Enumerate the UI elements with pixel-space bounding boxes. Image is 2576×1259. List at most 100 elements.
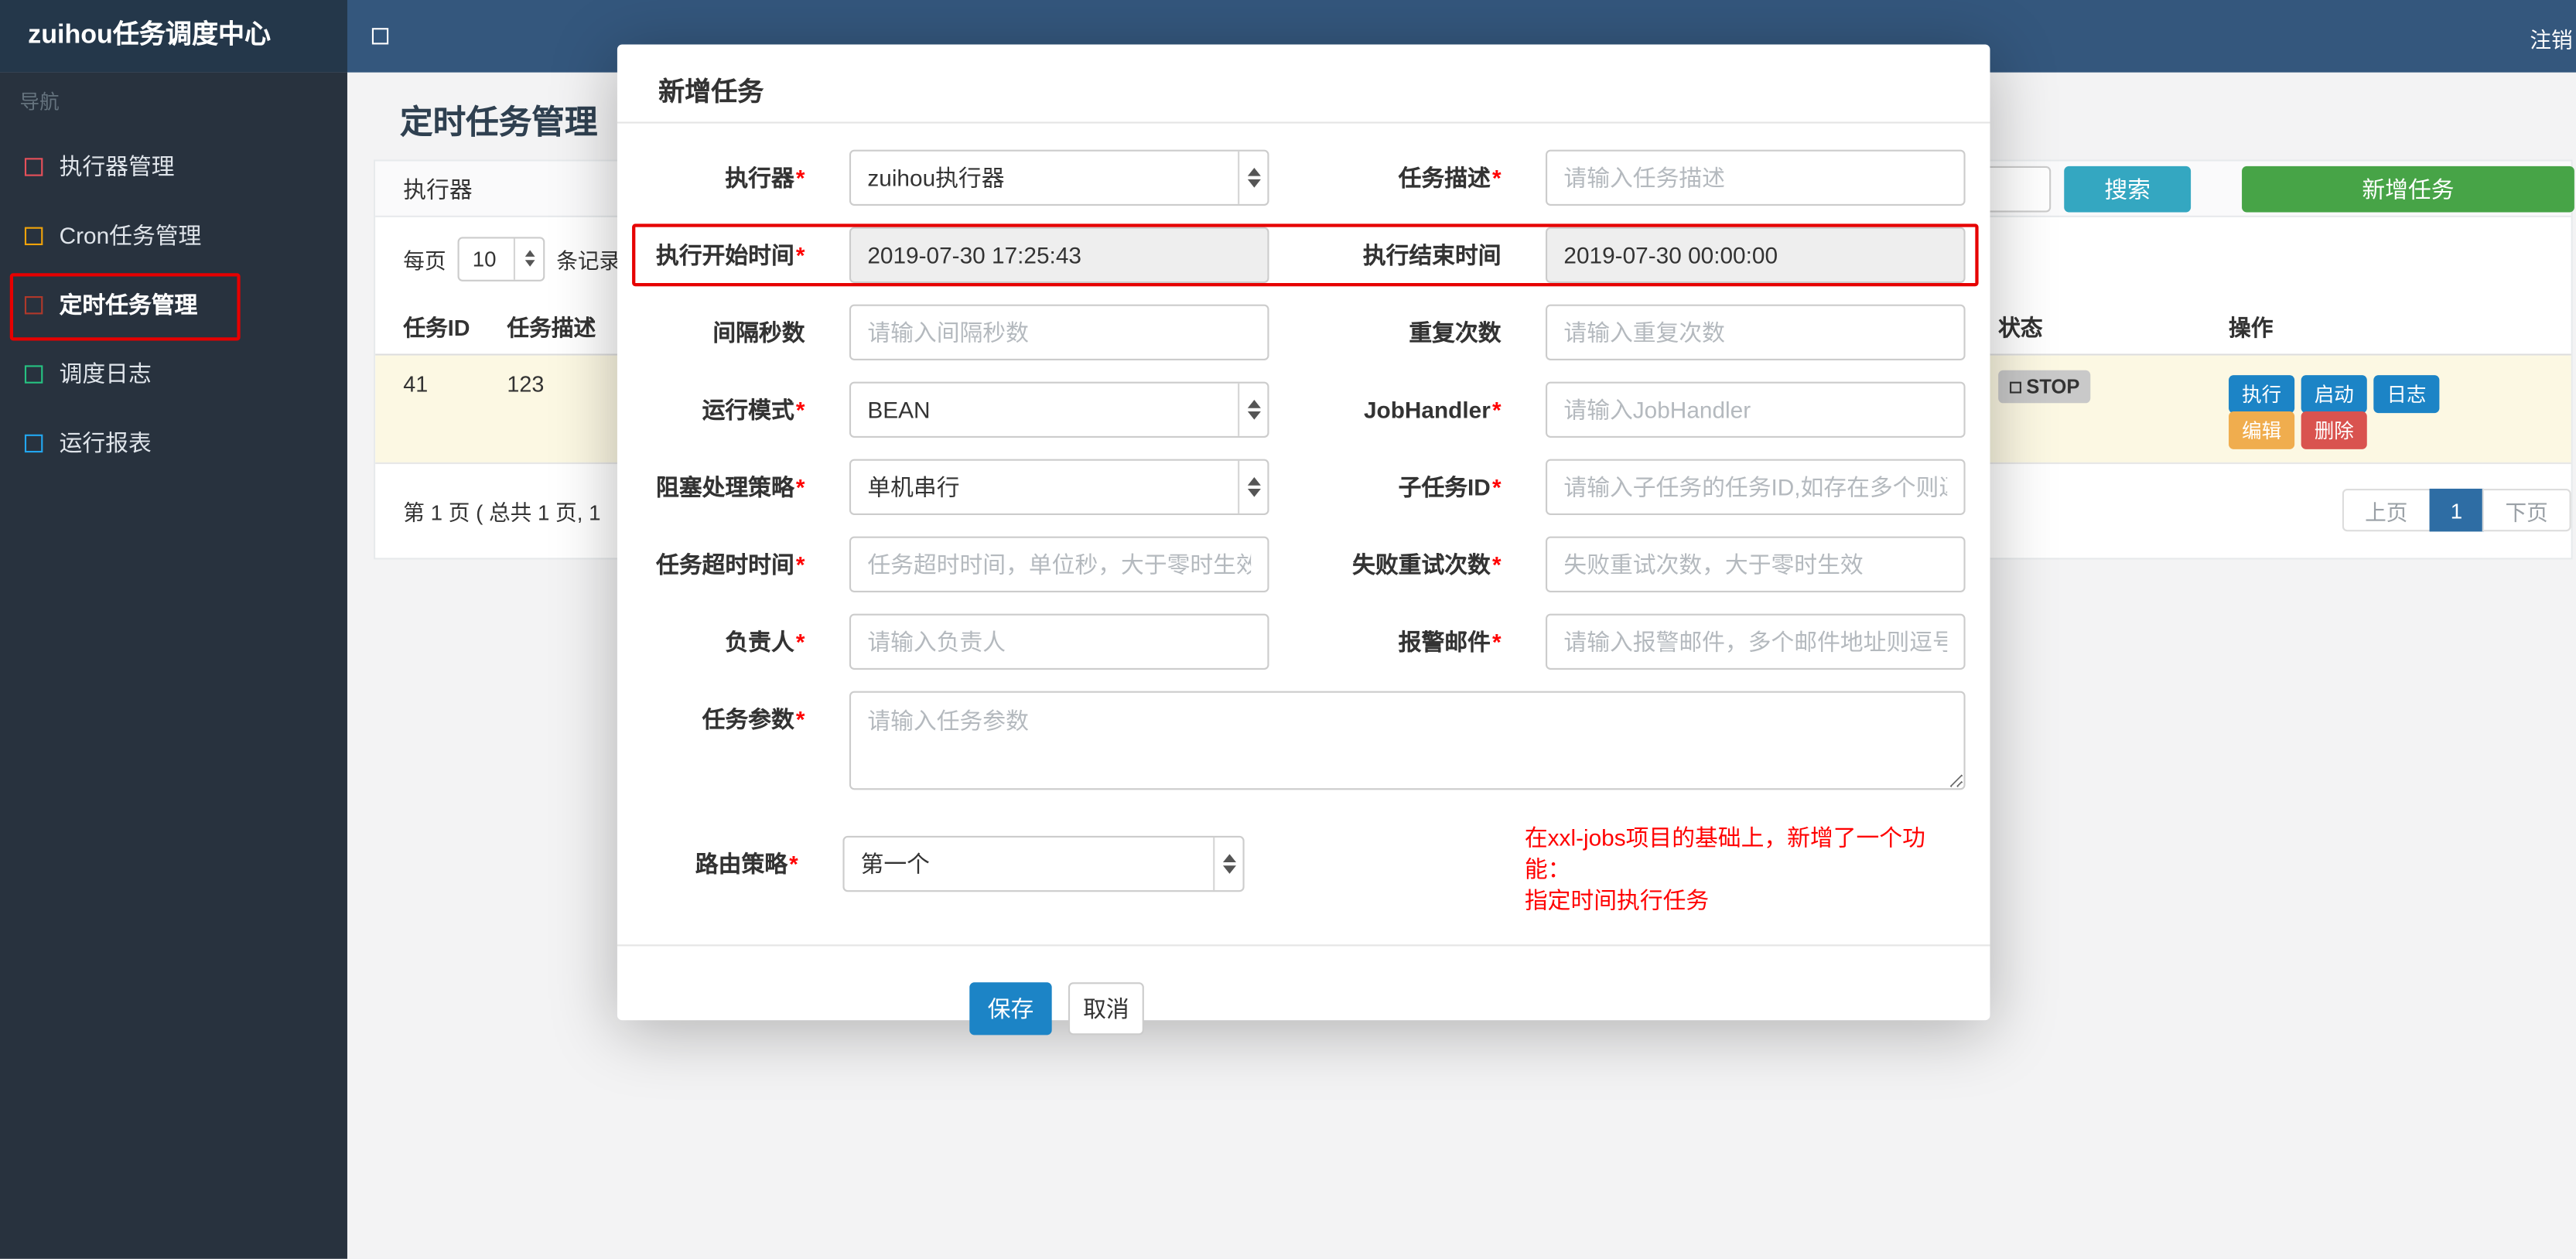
modal-footer-divider [617, 944, 1990, 947]
row-actions-line1: 执行 启动 日志 [2229, 375, 2440, 414]
child-job-label: 子任务ID * [1398, 473, 1502, 500]
save-button[interactable]: 保存 [969, 982, 1052, 1036]
jobhandler-input[interactable] [1546, 381, 1966, 438]
block-strategy-label: 阻塞处理策略 * [656, 473, 805, 500]
header-task-id: 任务ID [403, 316, 470, 341]
job-param-label: 任务参数 * [702, 705, 805, 732]
repeat-label: 重复次数 [1409, 319, 1502, 346]
nav-item-label: Cron任务管理 [59, 222, 202, 249]
form-row-timeout-retry: 任务超时时间* 失败重试次数* [650, 536, 1966, 593]
stop-square-icon [2010, 380, 2021, 393]
form-row-runmode-handler: 运行模式 * BEAN JobHandler * [650, 381, 1966, 438]
sidebar-item-cron-task-mgmt[interactable]: Cron任务管理 [0, 201, 347, 270]
retry-input[interactable] [1546, 536, 1966, 593]
per-page-select[interactable]: 10 [457, 236, 545, 281]
retry-label: 失败重试次数 * [1352, 551, 1502, 578]
job-desc-label: 任务描述 * [1398, 164, 1502, 191]
sidebar-item-dispatch-log[interactable]: 调度日志 [0, 339, 347, 408]
nav-item-label: 调度日志 [59, 360, 152, 387]
run-report-icon [24, 433, 43, 452]
executor-select[interactable]: zuihou执行器 [849, 149, 1269, 206]
end-time-input[interactable] [1546, 227, 1966, 283]
owner-label: 负责人 * [725, 628, 805, 655]
header-actions: 操作 [2229, 316, 2274, 341]
end-time-label: 执行结束时间 [1362, 241, 1502, 268]
page-title: 定时任务管理 [400, 105, 598, 142]
nav-item-label: 执行器管理 [59, 152, 175, 179]
sidebar-item-run-report[interactable]: 运行报表 [0, 408, 347, 477]
block-strategy-select[interactable]: 单机串行 [849, 459, 1269, 516]
page-1-button[interactable]: 1 [2429, 488, 2484, 532]
search-button[interactable]: 搜索 [2064, 165, 2192, 213]
prev-page-button[interactable]: 上页 [2342, 488, 2431, 532]
nav-section-label: 导航 [19, 90, 60, 114]
pagination: 上页 1 下页 [2342, 488, 2571, 532]
job-desc-input[interactable] [1546, 149, 1966, 206]
run-mode-label: 运行模式 * [702, 396, 805, 423]
block-strategy-select-value: 单机串行 [867, 473, 960, 500]
status-badge: STOP [1998, 370, 2092, 404]
add-task-modal: 新增任务 执行器* zuihou执行器 任务描述* 执行开始时间* 执行结束时间… [617, 44, 1990, 1036]
sidebar-nav: 导航 执行器管理 Cron任务管理 定时任务管理 调度日志 运行报表 [0, 72, 347, 1259]
add-task-button[interactable]: 新增任务 [2242, 165, 2574, 213]
route-strategy-label: 路由策略 * [695, 851, 798, 878]
cancel-button[interactable]: 取消 [1068, 982, 1144, 1036]
header-task-desc: 任务描述 [507, 316, 596, 341]
child-job-input[interactable] [1546, 459, 1966, 516]
run-mode-select-value: BEAN [867, 396, 931, 423]
sidebar-item-executor-mgmt[interactable]: 执行器管理 [0, 131, 347, 200]
select-caret-icon [1238, 151, 1267, 204]
job-param-textarea[interactable] [849, 691, 1966, 790]
timeout-label: 任务超时时间 * [656, 551, 805, 578]
executor-mgmt-icon [24, 157, 43, 176]
logout-link[interactable]: 注销 [2530, 23, 2572, 54]
select-caret-icon [1238, 460, 1267, 513]
scheduled-task-icon [24, 295, 43, 314]
start-button[interactable]: 启动 [2301, 375, 2367, 414]
executor-filter-label: 执行器 [403, 176, 473, 203]
select-caret-icon [1238, 383, 1267, 436]
select-caret-icon [513, 237, 543, 279]
app-root: zuihou任务调度中心 注销 导航 执行器管理 Cron任务管理 定时任务管理… [0, 0, 2576, 1259]
run-mode-select[interactable]: BEAN [849, 381, 1269, 438]
repeat-input[interactable] [1546, 304, 1966, 360]
sidebar-item-scheduled-task-mgmt[interactable]: 定时任务管理 [0, 270, 347, 339]
form-row-exec-time: 执行开始时间* 执行结束时间 [650, 227, 1966, 283]
interval-label: 间隔秒数 [712, 319, 805, 346]
next-page-button[interactable]: 下页 [2482, 488, 2571, 532]
delete-button[interactable]: 删除 [2301, 411, 2367, 449]
jobhandler-label: JobHandler * [1363, 396, 1502, 423]
per-page-prefix: 每页 [403, 247, 446, 273]
interval-input[interactable] [849, 304, 1269, 360]
alarm-email-label: 报警邮件 * [1398, 628, 1502, 655]
modal-actions: 保存 取消 [969, 982, 1965, 1036]
modal-body: 执行器* zuihou执行器 任务描述* 执行开始时间* 执行结束时间 间隔秒数… [617, 124, 1990, 1036]
per-page-control: 每页 10 条记录 [403, 235, 620, 281]
per-page-suffix: 条记录 [556, 247, 621, 273]
feature-note: 在xxl-jobs项目的基础上，新增了一个功能： 指定时间执行任务 [1525, 811, 1966, 916]
run-button[interactable]: 执行 [2229, 375, 2295, 414]
start-time-input[interactable] [849, 227, 1269, 283]
feature-note-line2: 指定时间执行任务 [1524, 886, 1710, 913]
timeout-input[interactable] [849, 536, 1269, 593]
edit-button[interactable]: 编辑 [2229, 411, 2295, 449]
cron-task-icon [24, 226, 43, 244]
status-badge-label: STOP [2026, 375, 2080, 398]
form-row-executor-desc: 执行器 * zuihou执行器 任务描述 * [650, 149, 1966, 206]
executor-select-value: zuihou执行器 [867, 164, 1005, 191]
modal-header: 新增任务 [617, 44, 1990, 124]
owner-input[interactable] [849, 613, 1269, 670]
cell-task-id: 41 [403, 371, 429, 397]
row-actions-line2: 编辑 删除 [2229, 411, 2367, 449]
form-row-interval-repeat: 间隔秒数 重复次数 [650, 304, 1966, 360]
route-strategy-select[interactable]: 第一个 [842, 835, 1245, 892]
form-row-job-param: 任务参数 * [650, 691, 1966, 790]
form-row-owner-email: 负责人* 报警邮件* [650, 613, 1966, 670]
sidebar-toggle-icon[interactable] [371, 28, 389, 45]
nav-item-label: 定时任务管理 [59, 291, 198, 318]
log-button[interactable]: 日志 [2373, 375, 2440, 414]
modal-title: 新增任务 [658, 79, 764, 107]
alarm-email-input[interactable] [1546, 613, 1966, 670]
nav-item-label: 运行报表 [59, 429, 152, 456]
start-time-label: 执行开始时间 * [656, 241, 805, 268]
